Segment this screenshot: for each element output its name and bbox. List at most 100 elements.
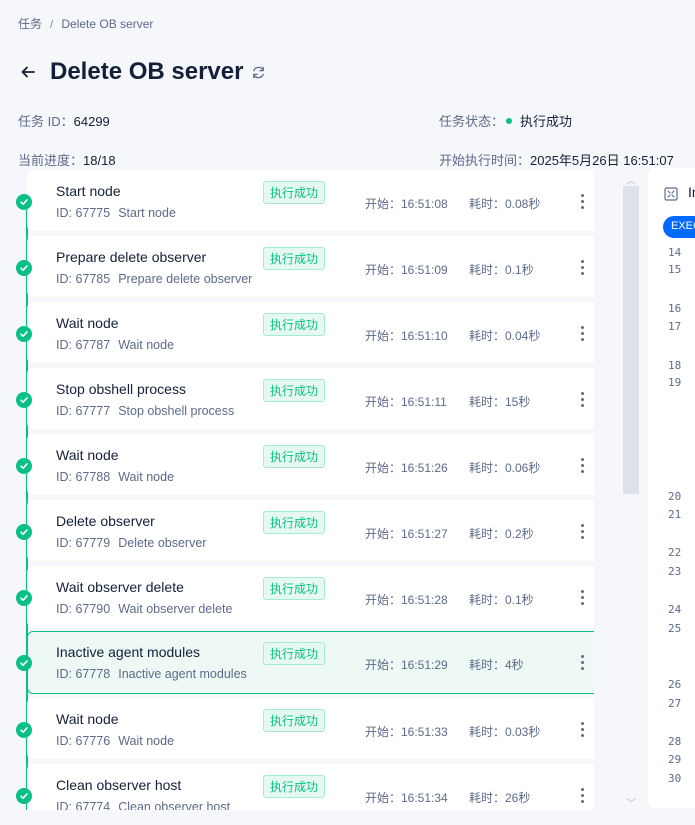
start-time-value: 2025年5月26日 16:51:07 [530,153,674,168]
more-actions-icon[interactable] [573,521,591,541]
subtask-start-time: 开始：16:51:33 [365,725,448,739]
subtask-card[interactable]: Wait node ID: 67787 Wait node 执行成功 开始：16:… [16,302,594,363]
subtask-name: Delete observer [56,513,155,529]
subtask-description: Wait node [118,338,175,352]
line-number: 26 [668,678,682,691]
subtask-id: ID: 67776 Wait node [56,734,174,748]
success-check-icon [16,590,32,606]
subtask-description: Clean observer host [118,800,231,810]
success-check-icon [16,655,32,671]
subtask-id-label: ID: 67777 [56,404,111,418]
subtask-card[interactable]: Prepare delete observer ID: 67785 Prepare… [16,236,594,297]
subtask-name: Stop obshell process [56,381,186,397]
scroll-down-icon[interactable]: ﹀ [626,795,636,810]
task-list-scrollbar[interactable]: ︿ ﹀ [623,170,639,810]
success-check-icon [16,722,32,738]
subtask-card-selected[interactable]: Inactive agent modules ID: 67778 Inactive… [16,631,594,694]
subtask-description: Delete observer [118,536,207,550]
subtask-id: ID: 67775 Start node [56,206,176,220]
subtask-card[interactable]: Start node ID: 67775 Start node 执行成功 开始：1… [16,170,594,231]
more-actions-icon[interactable] [573,652,591,672]
start-time-field: 开始执行时间：2025年5月26日 16:51:07 [439,150,674,169]
subtask-id: ID: 67778 Inactive agent modules [56,667,247,681]
task-id-label: 任务 ID： [18,114,74,129]
subtask-id-label: ID: 67776 [56,734,111,748]
line-number: 19 [668,376,682,389]
status-badge: 执行成功 [263,313,326,336]
subtask-name: Prepare delete observer [56,249,207,265]
subtask-duration: 耗时：15秒 [469,395,531,409]
subtask-description: Wait node [118,470,175,484]
expand-icon[interactable] [664,187,678,201]
line-number: 14 [668,246,682,259]
more-actions-icon[interactable] [573,719,591,739]
subtask-duration: 耗时：0.04秒 [469,329,541,343]
scroll-up-icon[interactable]: ︿ [626,172,636,187]
subtask-description: Wait observer delete [118,602,233,616]
subtask-description: Start node [118,206,176,220]
breadcrumb: 任务 / Delete OB server [18,15,153,32]
status-dot-icon [506,117,513,124]
more-actions-icon[interactable] [573,455,591,475]
subtask-duration: 耗时：0.2秒 [469,527,534,541]
subtask-card[interactable]: Clean observer host ID: 67774 Clean obser… [16,764,594,810]
scroll-thumb[interactable] [623,186,639,494]
line-number: 18 [668,359,682,372]
subtask-name: Wait node [56,711,119,727]
success-check-icon [16,524,32,540]
subtask-name: Start node [56,183,121,199]
subtask-duration: 耗时：0.03秒 [469,725,541,739]
subtask-id: ID: 67774 Clean observer host [56,800,230,810]
status-badge: 执行成功 [263,247,326,270]
subtask-description: Inactive agent modules [118,667,247,681]
subtask-card[interactable]: Wait observer delete ID: 67790 Wait obser… [16,566,594,627]
subtask-start-time: 开始：16:51:10 [365,329,448,343]
refresh-icon[interactable] [251,64,267,80]
progress-label: 当前进度： [18,153,84,168]
status-badge: 执行成功 [263,709,326,732]
subtask-start-time: 开始：16:51:09 [365,263,448,277]
line-number: 20 [668,490,682,503]
subtask-description: Stop obshell process [118,404,235,418]
subtask-duration: 耗时：0.08秒 [469,197,541,211]
page-header: Delete OB server [18,58,267,86]
line-number: 30 [668,772,682,785]
subtask-name: Inactive agent modules [56,644,200,660]
back-arrow-icon[interactable] [18,62,38,82]
subtask-id-label: ID: 67785 [56,272,111,286]
more-actions-icon[interactable] [573,257,591,277]
more-actions-icon[interactable] [573,587,591,607]
breadcrumb-separator: / [50,16,54,31]
subtask-card[interactable]: Delete observer ID: 67779 Delete observer… [16,500,594,561]
subtask-duration: 耗时：0.1秒 [469,263,534,277]
subtask-name: Clean observer host [56,777,182,793]
subtask-start-time: 开始：16:51:29 [365,658,448,672]
subtask-start-time: 开始：16:51:26 [365,461,448,475]
more-actions-icon[interactable] [573,785,591,805]
subtask-card[interactable]: Wait node ID: 67776 Wait node 执行成功 开始：16:… [16,698,594,759]
subtask-name: Wait observer delete [56,579,184,595]
success-check-icon [16,392,32,408]
more-actions-icon[interactable] [573,191,591,211]
status-badge: 执行成功 [263,445,326,468]
subtask-card[interactable]: Stop obshell process ID: 67777 Stop obshe… [16,368,594,429]
log-panel: In EXEC 14 15 16 17 18 19 20 21 22 23 24… [648,168,695,808]
status-badge: 执行成功 [263,577,326,600]
success-check-icon [16,326,32,342]
success-check-icon [16,194,32,210]
subtask-card[interactable]: Wait node ID: 67788 Wait node 执行成功 开始：16:… [16,434,594,495]
breadcrumb-parent[interactable]: 任务 [18,15,42,32]
line-number: 23 [668,565,682,578]
subtask-name: Wait node [56,315,119,331]
start-time-label: 开始执行时间： [439,153,531,168]
subtask-start-time: 开始：16:51:11 [365,395,447,409]
subtask-id-label: ID: 67790 [56,602,111,616]
success-check-icon [16,458,32,474]
task-status-label: 任务状态： [439,114,505,129]
more-actions-icon[interactable] [573,323,591,343]
more-actions-icon[interactable] [573,389,591,409]
success-check-icon [16,788,32,804]
task-id-field: 任务 ID：64299 [18,111,110,130]
subtask-id-label: ID: 67775 [56,206,111,220]
log-panel-title: In [688,184,695,200]
